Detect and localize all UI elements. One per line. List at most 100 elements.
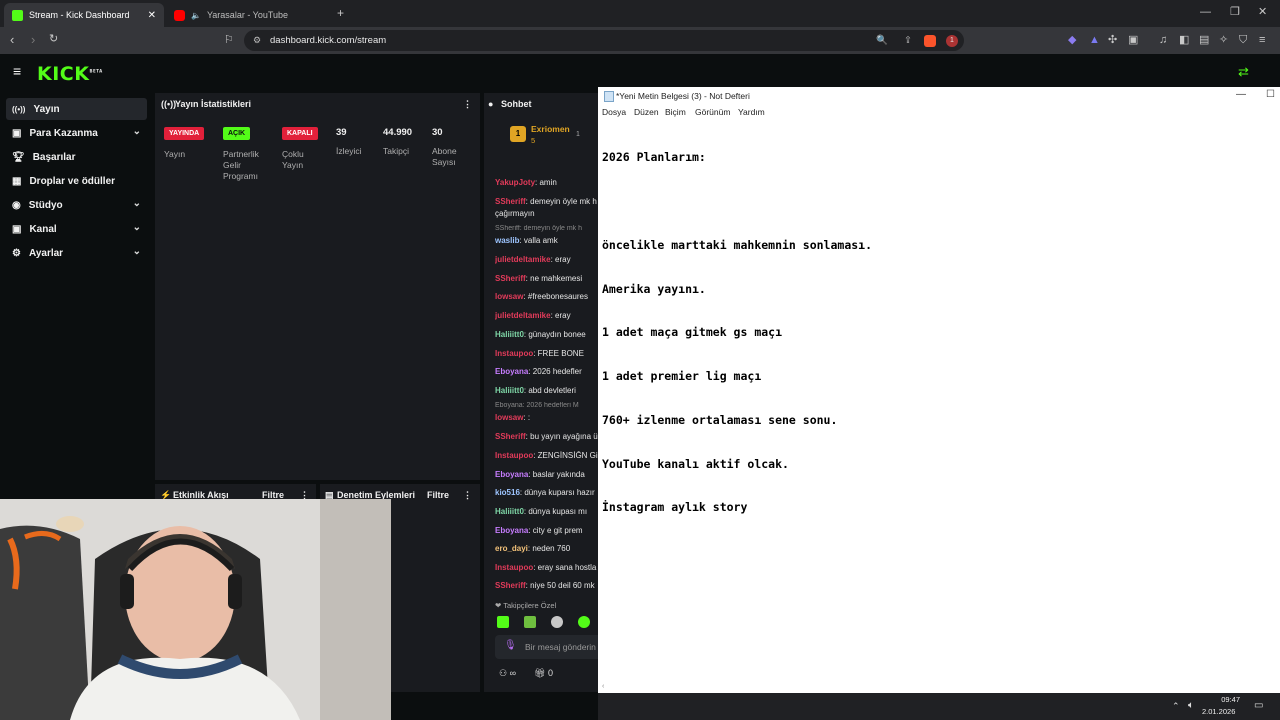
filter-button[interactable]: Filtre: [427, 490, 449, 500]
chat-text: :: [527, 413, 531, 422]
chat-message[interactable]: waslib: valla amk: [495, 236, 598, 245]
chevron-up-icon[interactable]: ⌃: [1172, 701, 1180, 712]
chat-message[interactable]: Eboyana: 2026 hedefler: [495, 367, 598, 376]
panel-title: Sohbet: [501, 99, 532, 109]
chat-message[interactable]: SSheriff: ne mahkemesi: [495, 274, 598, 283]
menu-icon[interactable]: ≡: [1259, 35, 1265, 46]
sidebar-item-ayarlar[interactable]: ⚙ Ayarlar ⌄: [6, 242, 147, 264]
close-tab-icon[interactable]: ✕: [148, 10, 156, 21]
extension-icon[interactable]: ◆: [1068, 35, 1076, 46]
chat-message[interactable]: Instaupoo: eray sana hostla: [495, 563, 598, 572]
minimize-icon[interactable]: —: [1200, 7, 1211, 18]
slow-mode-indicator[interactable]: ⚇ ∞: [499, 668, 516, 679]
vpn-icon[interactable]: ⛉: [1239, 35, 1247, 46]
more-options-icon[interactable]: ⋮: [463, 490, 472, 501]
chevron-down-icon: ⌄: [132, 222, 141, 233]
stream-stats-panel: ((•)) Yayın İstatistikleri ⋮ YAYINDA Yay…: [155, 93, 480, 480]
notepad-text-area[interactable]: 2026 Planlarım: öncelikle marttaki mahke…: [602, 121, 872, 544]
chat-text: demeyin öyle mk h: [530, 197, 597, 206]
chat-message[interactable]: kio516: dünya kuparsı hazır: [495, 488, 598, 497]
chat-message[interactable]: SSheriff: demeyin öyle mk h: [495, 197, 598, 206]
chat-message[interactable]: çağırmayın: [495, 209, 598, 218]
sidebar-item-yayin[interactable]: ((•)) Yayın: [6, 98, 147, 120]
clock-date[interactable]: 2.01.2026: [1202, 707, 1235, 716]
share-icon[interactable]: ⇪: [904, 35, 912, 46]
volume-icon[interactable]: 🔈︎: [1188, 700, 1194, 711]
chat-message[interactable]: Eboyana: city e git prem: [495, 526, 598, 535]
sidebar-toggle-icon[interactable]: ◧: [1179, 35, 1189, 46]
zoom-icon[interactable]: 🔍: [876, 35, 888, 46]
chat-message[interactable]: Haliiitt0: dünya kupası mı: [495, 507, 598, 516]
menu-yardim[interactable]: Yardım: [738, 107, 765, 117]
close-window-icon[interactable]: ✕: [1258, 7, 1267, 18]
menu-bicim[interactable]: Biçim: [665, 107, 686, 117]
notifications-icon[interactable]: ▭: [1254, 700, 1263, 711]
tab-kick-dashboard[interactable]: Stream - Kick Dashboard ✕: [4, 3, 164, 27]
scroll-left-icon[interactable]: ‹: [602, 683, 604, 690]
puzzle-icon[interactable]: ✣: [1108, 35, 1117, 46]
chat-message[interactable]: lowsaw: #freebonesaures: [495, 292, 598, 301]
sidebar-item-droplar[interactable]: ▦ Droplar ve ödüller: [6, 170, 147, 192]
minimize-icon[interactable]: —: [1236, 89, 1246, 100]
emote-icon[interactable]: [578, 616, 590, 628]
chat-message[interactable]: Instaupoo: FREE BONE: [495, 349, 598, 358]
sidebar-item-studyo[interactable]: ◉ Stüdyo ⌄: [6, 194, 147, 216]
menu-dosya[interactable]: Dosya: [602, 107, 626, 117]
back-icon[interactable]: ‹: [10, 33, 14, 46]
viewer-count: 39: [336, 127, 347, 138]
more-options-icon[interactable]: ⋮: [463, 99, 472, 110]
chat-reply-preview[interactable]: Eboyana: 2026 hedefleri M: [495, 402, 598, 409]
emote-icon[interactable]: [551, 616, 563, 628]
chat-message[interactable]: Haliiitt0: abd devletleri: [495, 386, 598, 395]
maximize-icon[interactable]: ❐: [1230, 7, 1240, 18]
tab-youtube[interactable]: 🔈 Yarasalar - YouTube: [166, 3, 326, 27]
emote-icon[interactable]: [497, 616, 509, 628]
emote-icon[interactable]: [524, 616, 536, 628]
screenshot-icon[interactable]: ▣: [1128, 35, 1138, 46]
leo-ai-icon[interactable]: ✧: [1219, 35, 1228, 46]
stat-label: Takipçi: [383, 146, 409, 156]
site-info-icon[interactable]: ⚙: [253, 35, 261, 46]
chat-message[interactable]: YakupJoty: amin: [495, 178, 598, 187]
address-bar[interactable]: ⚙ dashboard.kick.com/stream 🔍 ⇪ 1: [244, 30, 964, 51]
hamburger-menu-icon[interactable]: ≡: [13, 64, 21, 78]
chevron-down-icon: ⌄: [132, 198, 141, 209]
chat-message[interactable]: Eboyana: baslar yakında: [495, 470, 598, 479]
kick-logo[interactable]: KICKBETA: [37, 63, 103, 85]
gift-counter[interactable]: 🎁︎ 0: [534, 668, 553, 679]
microphone-icon[interactable]: 🎙︎: [504, 640, 517, 651]
reload-icon[interactable]: ↻: [49, 34, 58, 45]
maximize-icon[interactable]: ☐: [1266, 89, 1275, 100]
notepad-icon: [604, 91, 614, 102]
pinned-username[interactable]: Exriomen: [531, 124, 570, 134]
chat-message[interactable]: Haliiitt0: günaydın bonee: [495, 330, 598, 339]
sidebar-item-para-kazanma[interactable]: ▣ Para Kazanma ⌄: [6, 122, 147, 144]
menu-duzen[interactable]: Düzen: [634, 107, 659, 117]
brave-shield-icon[interactable]: [924, 34, 936, 47]
stat-label: Çoklu Yayın: [282, 149, 304, 170]
chat-message[interactable]: SSheriff: bu yayın ayağına ü: [495, 432, 598, 441]
sidebar-item-basarilar[interactable]: 🏆︎ Başarılar: [6, 146, 147, 168]
extension-2-icon[interactable]: ▲: [1089, 35, 1100, 46]
forward-icon[interactable]: ›: [31, 33, 35, 46]
sidebar-item-kanal[interactable]: ▣ Kanal ⌄: [6, 218, 147, 240]
wallet-icon[interactable]: ▤: [1199, 35, 1209, 46]
chat-reply-preview[interactable]: SSheriff: demeyin öyle mk h: [495, 225, 598, 232]
channel-icon: ▣: [12, 223, 22, 235]
chat-username: kio516: [495, 488, 520, 497]
creator-mode-icon[interactable]: ⇄: [1238, 65, 1249, 78]
clock-time[interactable]: 09:47: [1208, 695, 1240, 704]
chat-message[interactable]: Instaupoo: ZENGİNSİĞN Gid: [495, 451, 598, 460]
browser-tab-bar: Stream - Kick Dashboard ✕ 🔈 Yarasalar - …: [0, 0, 1280, 27]
new-tab-icon[interactable]: +: [337, 7, 344, 19]
rewards-badge[interactable]: 1: [946, 34, 958, 47]
menu-gorunum[interactable]: Görünüm: [695, 107, 730, 117]
chat-input[interactable]: 🎙︎ Bir mesaj gönderin: [495, 635, 598, 659]
chat-message[interactable]: SSheriff: niye 50 deil 60 mk: [495, 581, 598, 590]
chat-message[interactable]: lowsaw: :: [495, 413, 598, 422]
chat-message[interactable]: ero_dayi: neden 760: [495, 544, 598, 553]
media-icon[interactable]: ♫: [1159, 35, 1167, 46]
chat-message[interactable]: julietdeltamike: eray: [495, 255, 598, 264]
chat-message[interactable]: julietdeltamike: eray: [495, 311, 598, 320]
bookmark-icon[interactable]: ⚐: [224, 35, 234, 46]
